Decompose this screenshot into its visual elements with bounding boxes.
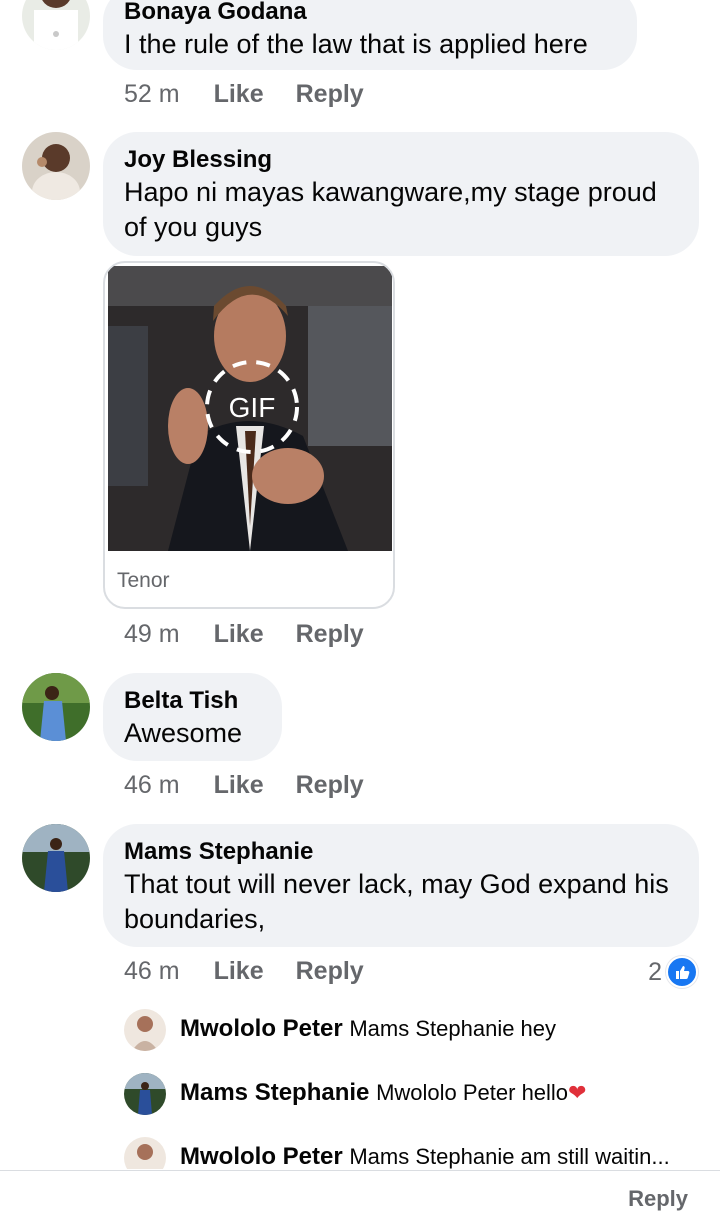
reply-button[interactable]: Reply (296, 80, 364, 108)
like-button[interactable]: Like (214, 771, 264, 799)
reply-content: Mwololo Peter Mams Stephanie am still wa… (180, 1143, 670, 1169)
reply-button[interactable]: Reply (296, 620, 364, 648)
reply-item: Mwololo Peter Mams Stephanie hey (124, 1009, 720, 1055)
comment-text: I the rule of the law that is applied he… (124, 29, 588, 59)
gif-badge-label: GIF (228, 392, 276, 423)
gif-source: Tenor (117, 569, 170, 592)
reaction-summary[interactable]: 2 (648, 956, 698, 988)
comment-actions: 46 m Like Reply (124, 957, 396, 986)
like-button[interactable]: Like (214, 80, 264, 108)
comment-bubble[interactable]: Mams Stephanie That tout will never lack… (103, 824, 699, 947)
heart-emoji-icon: ❤ (568, 1080, 587, 1105)
reply-author[interactable]: Mwololo Peter (180, 1143, 343, 1169)
comment-text: Awesome (124, 718, 243, 748)
avatar[interactable] (124, 1009, 166, 1051)
bottom-reply-field[interactable]: Reply (628, 1186, 688, 1212)
reply-content: Mwololo Peter Mams Stephanie hey (180, 1015, 556, 1043)
avatar[interactable] (124, 1073, 166, 1115)
reply-text: Mams Stephanie am still waitin... (349, 1144, 670, 1169)
divider (0, 1170, 720, 1171)
avatar[interactable] (22, 132, 90, 200)
avatar[interactable] (22, 673, 90, 741)
gif-attachment[interactable]: GIF Tenor (103, 261, 395, 609)
reply-content: Mams Stephanie Mwololo Peter hello❤ (180, 1079, 586, 1107)
reply-author[interactable]: Mwololo Peter (180, 1015, 343, 1042)
comment-author[interactable]: Belta Tish (124, 686, 261, 716)
comment-actions: 46 m Like Reply (124, 771, 396, 800)
reply-author[interactable]: Mams Stephanie (180, 1079, 369, 1106)
comment-time[interactable]: 46 m (124, 957, 180, 985)
like-button[interactable]: Like (214, 620, 264, 648)
reaction-count: 2 (648, 957, 662, 986)
gif-image[interactable]: GIF (108, 266, 392, 551)
comment-author[interactable]: Bonaya Godana (124, 0, 616, 27)
reply-text: Mwololo Peter hello (376, 1080, 569, 1105)
comment-time[interactable]: 52 m (124, 80, 180, 108)
comment-author[interactable]: Mams Stephanie (124, 837, 678, 867)
avatar[interactable] (22, 0, 90, 50)
comment-bubble[interactable]: Belta Tish Awesome (103, 673, 282, 761)
comment-text: That tout will never lack, may God expan… (124, 869, 669, 934)
reply-item: Mams Stephanie Mwololo Peter hello❤ (124, 1073, 720, 1119)
comment-actions: 49 m Like Reply (124, 620, 396, 649)
comment-time[interactable]: 46 m (124, 771, 180, 799)
avatar[interactable] (124, 1137, 166, 1169)
comment-actions: 52 m Like Reply (124, 80, 396, 109)
comment-bubble[interactable]: Bonaya Godana I the rule of the law that… (103, 0, 637, 70)
like-button[interactable]: Like (214, 957, 264, 985)
reply-button[interactable]: Reply (296, 957, 364, 985)
reply-button[interactable]: Reply (296, 771, 364, 799)
avatar[interactable] (22, 824, 90, 892)
comment-time[interactable]: 49 m (124, 620, 180, 648)
comment-bubble[interactable]: Joy Blessing Hapo ni mayas kawangware,my… (103, 132, 699, 256)
thumbs-up-icon (666, 956, 698, 988)
comment-text: Hapo ni mayas kawangware,my stage proud … (124, 177, 657, 242)
reply-text: Mams Stephanie hey (349, 1016, 557, 1041)
comment-author[interactable]: Joy Blessing (124, 145, 678, 175)
reply-item: Mwololo Peter Mams Stephanie am still wa… (124, 1137, 720, 1169)
